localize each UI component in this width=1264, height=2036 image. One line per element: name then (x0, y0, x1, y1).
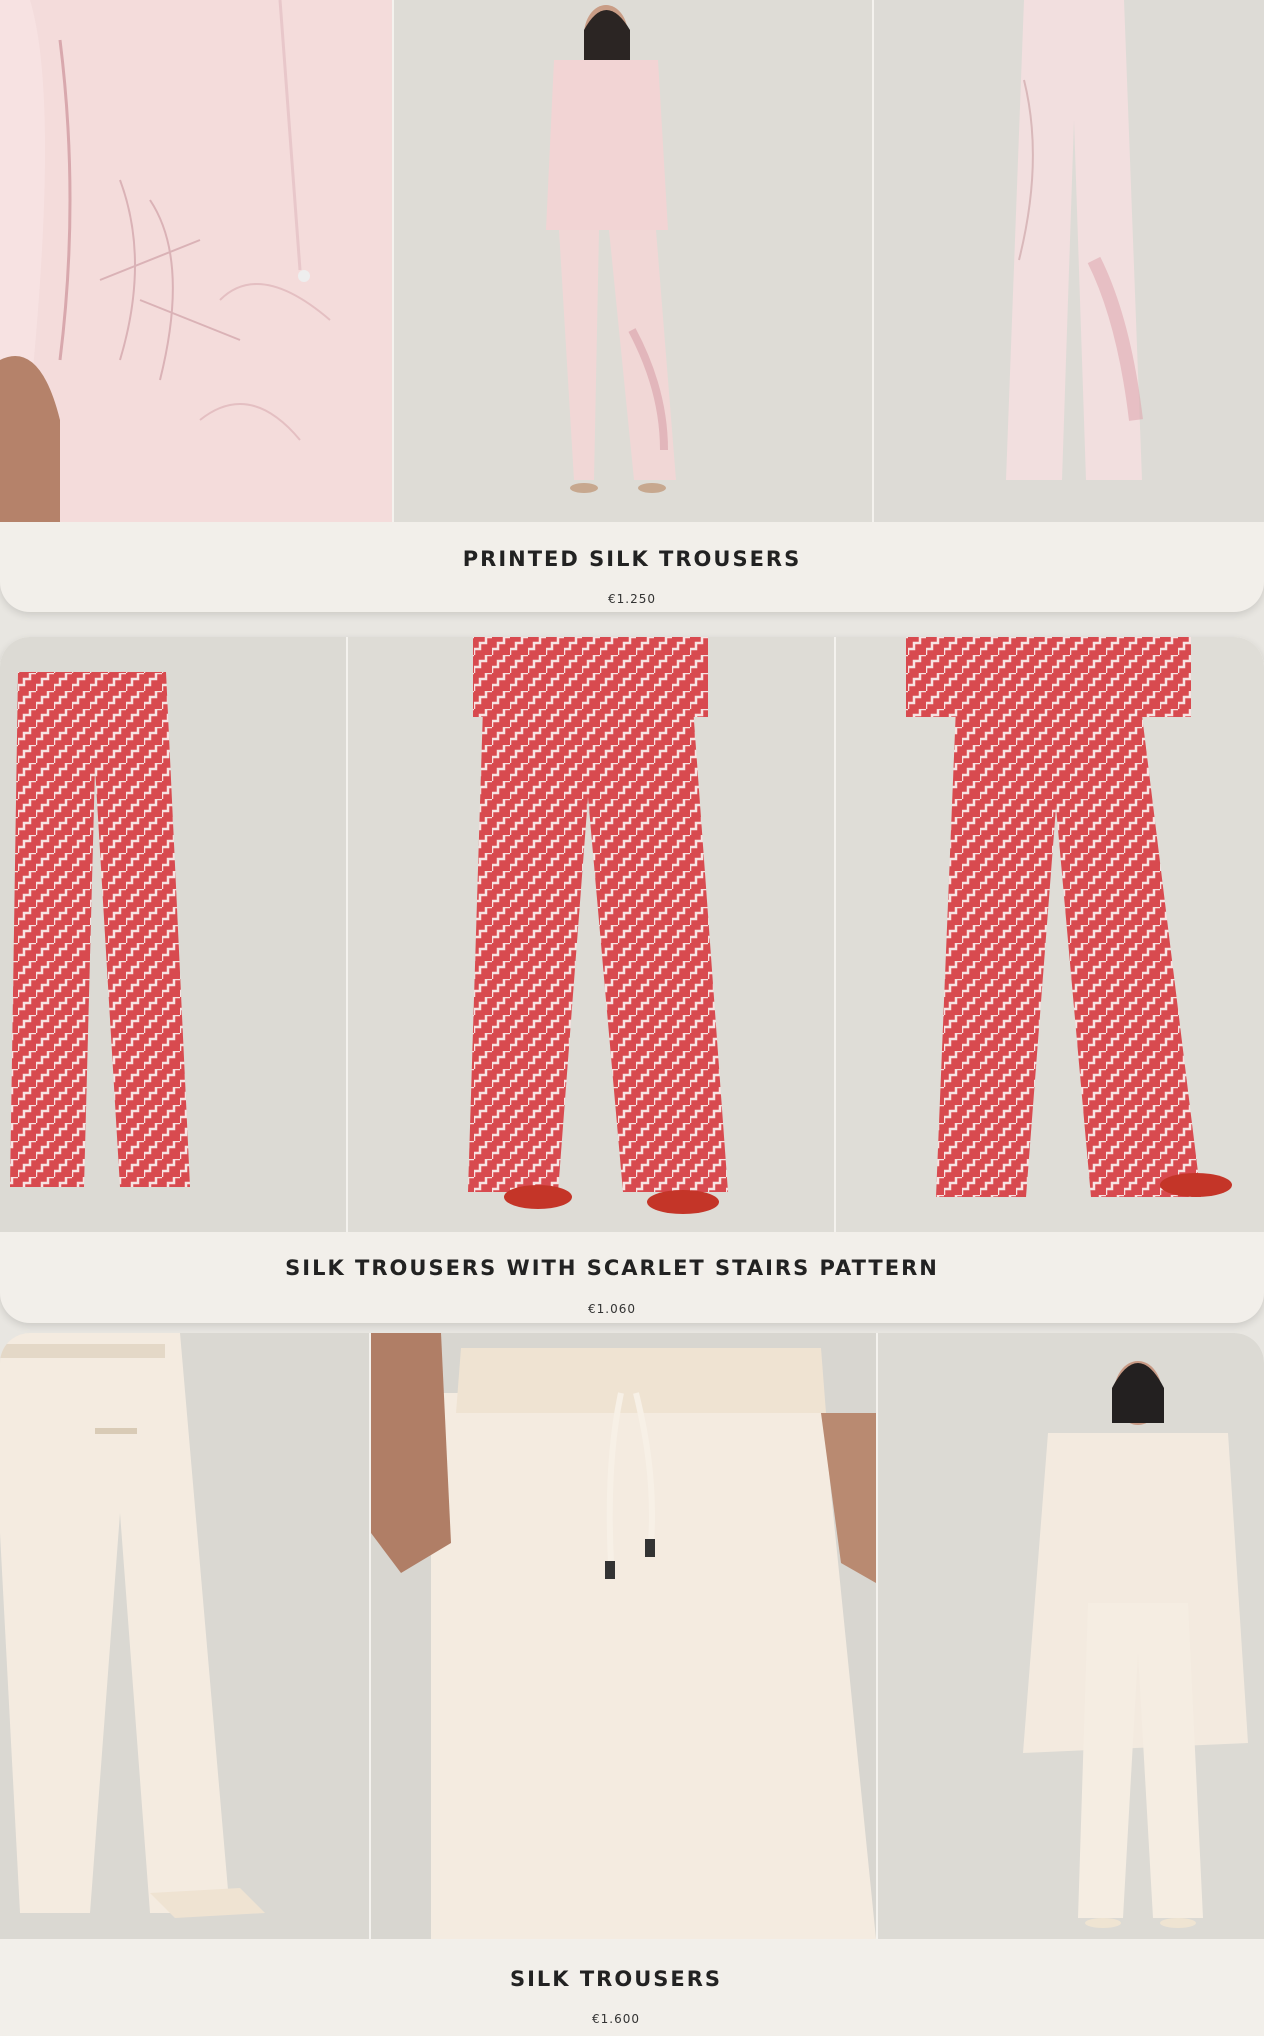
product-title[interactable]: SILK TROUSERS (0, 1967, 1248, 1991)
product-photo-model[interactable] (394, 0, 872, 522)
product-image-gallery[interactable] (0, 0, 1264, 522)
product-image-gallery[interactable] (0, 637, 1264, 1232)
product-card[interactable]: SILK TROUSERS €1.600 (0, 1333, 1264, 2036)
product-title[interactable]: SILK TROUSERS WITH SCARLET STAIRS PATTER… (0, 1256, 1244, 1280)
product-photo-model-full[interactable] (878, 1333, 1264, 1939)
product-photo-model-back[interactable] (836, 637, 1264, 1232)
product-price: €1.250 (608, 592, 656, 606)
product-card[interactable]: PRINTED SILK TROUSERS €1.250 (0, 0, 1264, 612)
product-photo-flat[interactable] (0, 637, 346, 1232)
product-photo-model-front[interactable] (348, 637, 834, 1232)
product-photo-model-back[interactable] (0, 1333, 369, 1939)
product-card[interactable]: SILK TROUSERS WITH SCARLET STAIRS PATTER… (0, 637, 1264, 1323)
product-price: €1.600 (592, 2012, 640, 2026)
product-image-gallery[interactable] (0, 1333, 1264, 1939)
product-photo-detail[interactable] (0, 0, 392, 522)
product-photo-flat[interactable] (874, 0, 1264, 522)
product-title[interactable]: PRINTED SILK TROUSERS (0, 547, 1264, 571)
product-photo-detail[interactable] (371, 1333, 876, 1939)
product-price: €1.060 (588, 1302, 636, 1316)
